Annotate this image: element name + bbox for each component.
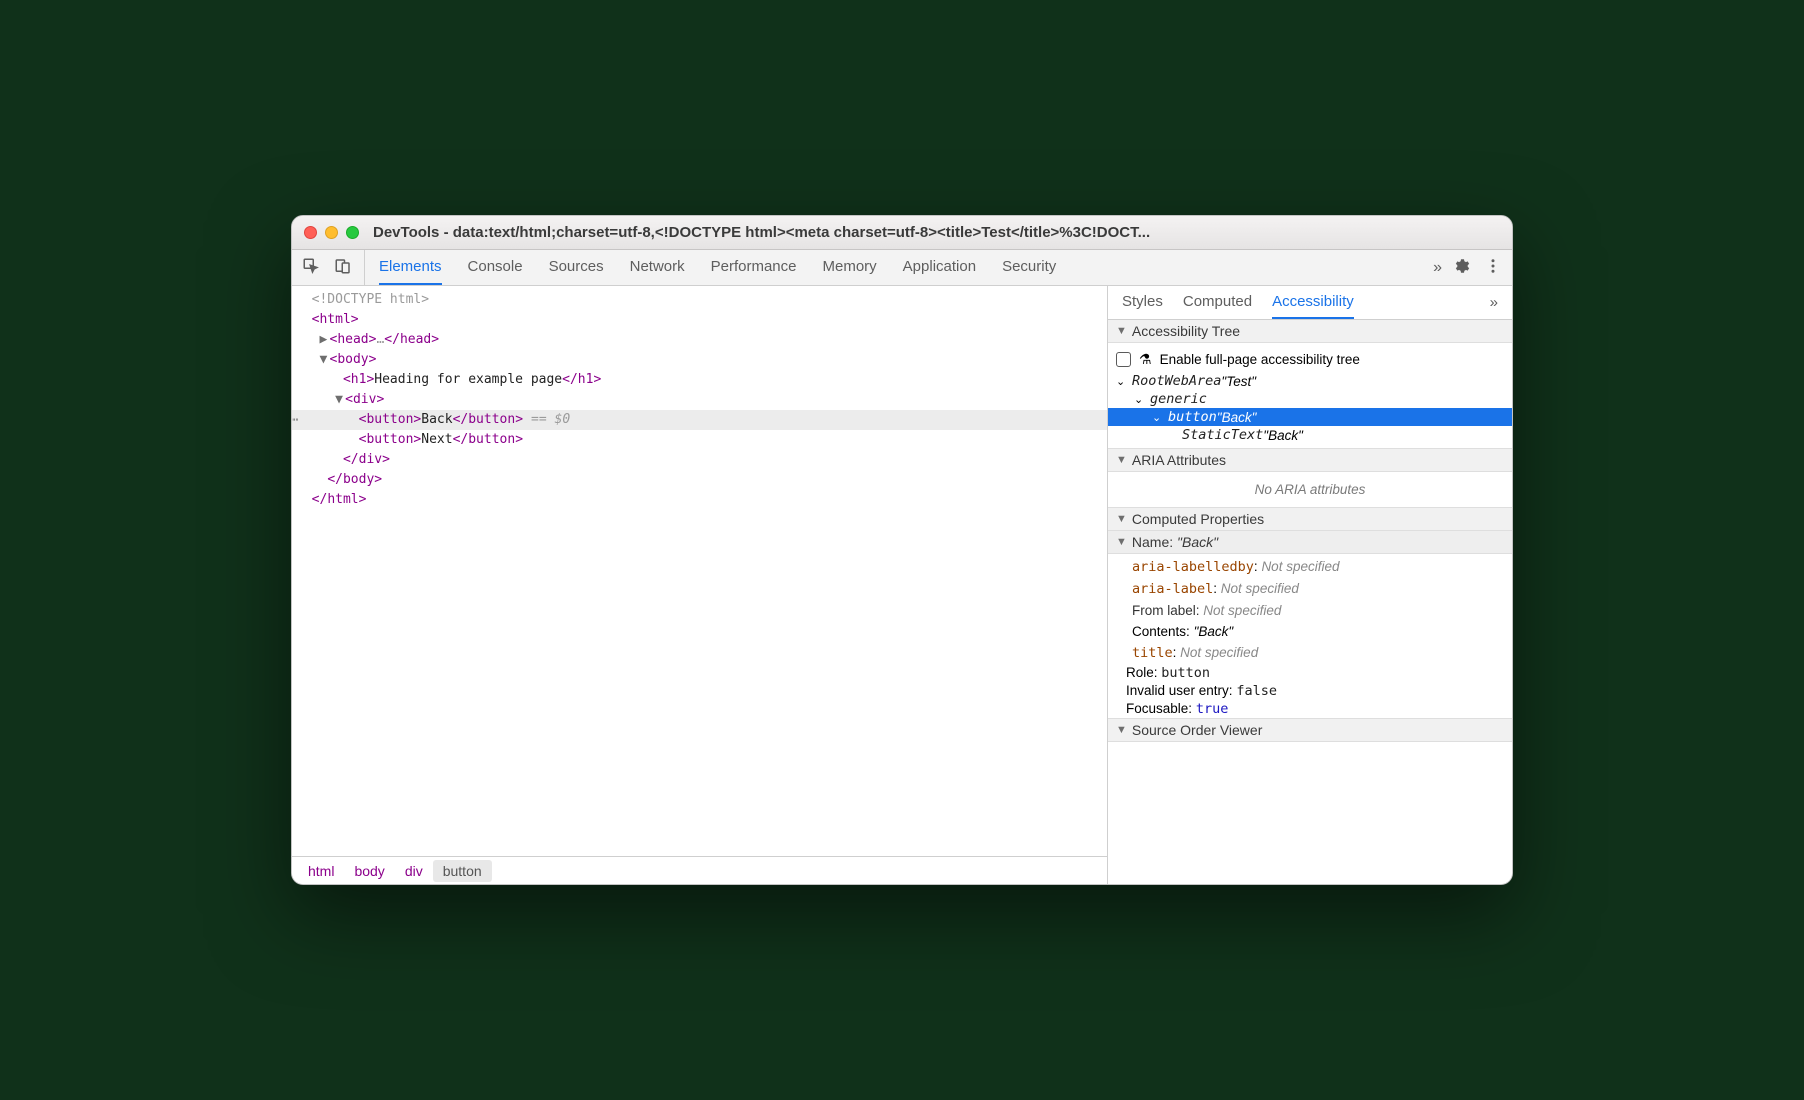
tab-sources[interactable]: Sources (549, 250, 604, 285)
focusable-row: Focusable: true (1108, 700, 1512, 718)
chevron-down-icon: ▼ (1116, 536, 1127, 548)
atree-row-statictext[interactable]: StaticText "Back" (1116, 426, 1504, 444)
kebab-menu-icon[interactable] (1484, 257, 1502, 279)
name-property-header[interactable]: ▼ Name: "Back" (1108, 531, 1512, 554)
enable-full-tree-label: Enable full-page accessibility tree (1160, 352, 1360, 367)
name-value: "Back" (1177, 534, 1218, 550)
side-tab-computed[interactable]: Computed (1183, 286, 1252, 319)
traffic-lights (304, 226, 359, 239)
name-source-row: title: Not specified (1132, 642, 1512, 664)
name-source-row: aria-labelledby: Not specified (1132, 556, 1512, 578)
html-close-tag[interactable]: </html> (292, 490, 1107, 510)
accessibility-panel: ▼ Accessibility Tree ⚗ Enable full-page … (1108, 320, 1512, 884)
enable-full-tree-checkbox[interactable] (1116, 352, 1131, 367)
doctype-node[interactable]: <!DOCTYPE html> (292, 290, 1107, 310)
enable-full-tree-row[interactable]: ⚗ Enable full-page accessibility tree (1116, 347, 1504, 372)
name-source-row: aria-label: Not specified (1132, 578, 1512, 600)
sidebar-tabs: Styles Computed Accessibility » (1108, 286, 1512, 320)
atree-row-rootwebarea[interactable]: ⌄RootWebArea "Test" (1116, 372, 1504, 390)
sidebar: Styles Computed Accessibility » ▼ Accessibi… (1108, 286, 1512, 884)
tab-console[interactable]: Console (468, 250, 523, 285)
tab-memory[interactable]: Memory (823, 250, 877, 285)
button-back-node[interactable]: <button>Back</button>== $0 (292, 410, 1107, 430)
div-close-tag[interactable]: </div> (292, 450, 1107, 470)
dom-tree[interactable]: <!DOCTYPE html> <html> ▶<head>…</head> ▼… (292, 286, 1107, 856)
tab-elements[interactable]: Elements (379, 250, 442, 285)
chevron-down-icon: ▼ (1116, 325, 1127, 337)
main-toolbar: Elements Console Sources Network Performance… (292, 250, 1512, 286)
crumb-html[interactable]: html (298, 860, 344, 882)
role-label: Role: (1126, 665, 1158, 680)
source-order-label: Source Order Viewer (1132, 722, 1262, 738)
accessibility-tree-label: Accessibility Tree (1132, 323, 1240, 339)
focusable-label: Focusable: (1126, 701, 1192, 716)
crumb-button[interactable]: button (433, 860, 492, 882)
settings-icon[interactable] (1452, 257, 1470, 279)
body-open-tag[interactable]: ▼<body> (292, 350, 1107, 370)
role-value: button (1161, 665, 1210, 681)
flask-icon: ⚗ (1139, 351, 1152, 368)
html-open-tag[interactable]: <html> (292, 310, 1107, 330)
aria-attributes-header[interactable]: ▼ ARIA Attributes (1108, 448, 1512, 472)
close-window-button[interactable] (304, 226, 317, 239)
maximize-window-button[interactable] (346, 226, 359, 239)
chevron-down-icon: ▼ (1116, 454, 1127, 466)
tab-network[interactable]: Network (630, 250, 685, 285)
more-side-tabs-icon[interactable]: » (1490, 294, 1498, 311)
focusable-value: true (1196, 701, 1229, 717)
computed-properties-body: ▼ Name: "Back" aria-labelledby: Not spec… (1108, 531, 1512, 718)
computed-properties-label: Computed Properties (1132, 511, 1264, 527)
atree-row-generic[interactable]: ⌄generic (1116, 390, 1504, 408)
device-toolbar-icon[interactable] (334, 257, 352, 279)
titlebar: DevTools - data:text/html;charset=utf-8,… (292, 216, 1512, 250)
name-sources-list: aria-labelledby: Not specifiedaria-label… (1108, 554, 1512, 664)
source-order-header[interactable]: ▼ Source Order Viewer (1108, 718, 1512, 742)
minimize-window-button[interactable] (325, 226, 338, 239)
div-open-tag[interactable]: ▼<div> (292, 390, 1107, 410)
side-tab-accessibility[interactable]: Accessibility (1272, 286, 1354, 319)
invalid-label: Invalid user entry: (1126, 683, 1233, 698)
main-tabs: Elements Console Sources Network Performance… (379, 250, 1433, 285)
crumb-div[interactable]: div (395, 860, 433, 882)
role-row: Role: button (1108, 664, 1512, 682)
invalid-row: Invalid user entry: false (1108, 682, 1512, 700)
chevron-down-icon: ▼ (1116, 724, 1127, 736)
aria-attributes-label: ARIA Attributes (1132, 452, 1226, 468)
name-source-row: From label: Not specified (1132, 600, 1512, 621)
toolbar-left-icons (302, 250, 365, 285)
body-close-tag[interactable]: </body> (292, 470, 1107, 490)
devtools-window: DevTools - data:text/html;charset=utf-8,… (291, 215, 1513, 885)
computed-properties-header[interactable]: ▼ Computed Properties (1108, 507, 1512, 531)
tab-security[interactable]: Security (1002, 250, 1056, 285)
tab-performance[interactable]: Performance (711, 250, 797, 285)
elements-panel: <!DOCTYPE html> <html> ▶<head>…</head> ▼… (292, 286, 1108, 884)
aria-attributes-body: No ARIA attributes (1108, 472, 1512, 507)
side-tab-styles[interactable]: Styles (1122, 286, 1163, 319)
accessibility-tree[interactable]: ⌄RootWebArea "Test"⌄generic⌄button "Back… (1116, 372, 1504, 444)
atree-row-button[interactable]: ⌄button "Back" (1108, 408, 1512, 426)
h1-node[interactable]: <h1>Heading for example page</h1> (292, 370, 1107, 390)
name-label: Name: (1132, 534, 1173, 550)
head-node[interactable]: ▶<head>…</head> (292, 330, 1107, 350)
accessibility-tree-header[interactable]: ▼ Accessibility Tree (1108, 320, 1512, 343)
content-area: <!DOCTYPE html> <html> ▶<head>…</head> ▼… (292, 286, 1512, 884)
more-tabs-icon[interactable]: » (1433, 259, 1442, 277)
window-title: DevTools - data:text/html;charset=utf-8,… (373, 224, 1500, 241)
no-aria-text: No ARIA attributes (1116, 476, 1504, 503)
tab-application[interactable]: Application (903, 250, 976, 285)
breadcrumb: htmlbodydivbutton (292, 856, 1107, 884)
invalid-value: false (1236, 683, 1277, 699)
inspect-element-icon[interactable] (302, 257, 320, 279)
button-next-node[interactable]: <button>Next</button> (292, 430, 1107, 450)
chevron-down-icon: ▼ (1116, 513, 1127, 525)
name-source-row: Contents: "Back" (1132, 621, 1512, 642)
accessibility-tree-body: ⚗ Enable full-page accessibility tree ⌄R… (1108, 343, 1512, 448)
crumb-body[interactable]: body (344, 860, 394, 882)
